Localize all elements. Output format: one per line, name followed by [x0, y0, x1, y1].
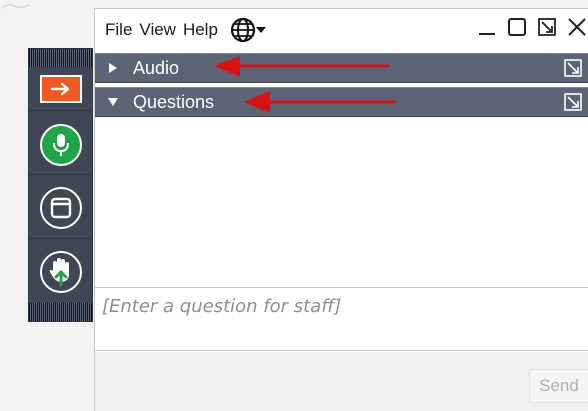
restore-button[interactable]: [536, 15, 558, 39]
questions-panel-header[interactable]: Questions: [95, 87, 588, 117]
control-toolbar: [28, 48, 93, 322]
control-panel-window: File View Help Audio Questions [Enter a …: [94, 8, 588, 411]
questions-panel-label: Questions: [133, 91, 215, 112]
language-menu[interactable]: [230, 17, 266, 43]
chevron-down-icon: [255, 27, 266, 33]
window-icon: [39, 186, 82, 229]
toolbar-grip-bottom[interactable]: [29, 303, 92, 321]
audio-panel-header[interactable]: Audio: [95, 53, 588, 83]
maximize-icon: [508, 18, 526, 36]
popout-icon: [564, 59, 582, 77]
menu-bar: File View Help: [95, 9, 588, 51]
send-button[interactable]: Send: [529, 369, 588, 403]
top-scribble: [1, 4, 31, 9]
popout-icon: [564, 93, 582, 111]
audio-popout-button[interactable]: [563, 58, 583, 78]
restore-icon: [538, 18, 556, 36]
input-footer: Send: [95, 352, 588, 411]
minimize-button[interactable]: [476, 15, 498, 39]
arrow-right-icon: [39, 74, 82, 103]
show-hide-panel-button[interactable]: [29, 67, 92, 111]
globe-icon: [230, 17, 256, 43]
close-icon: [568, 18, 586, 36]
microphone-button[interactable]: [29, 115, 92, 175]
window-controls: [476, 15, 588, 39]
questions-popout-button[interactable]: [563, 92, 583, 112]
expand-triangle-icon: [101, 62, 125, 74]
question-input[interactable]: [Enter a question for staff]: [95, 287, 588, 351]
microphone-icon: [39, 123, 82, 166]
menu-file[interactable]: File: [104, 18, 133, 42]
screen-view-button[interactable]: [29, 177, 92, 239]
audio-panel-label: Audio: [133, 57, 180, 78]
raise-hand-button[interactable]: [29, 241, 92, 303]
menu-help[interactable]: Help: [182, 18, 219, 42]
minimize-icon: [479, 33, 495, 35]
questions-log: [95, 119, 588, 287]
close-button[interactable]: [566, 15, 588, 39]
raise-hand-icon: [39, 251, 82, 293]
menu-view[interactable]: View: [138, 18, 177, 42]
maximize-button[interactable]: [506, 15, 528, 39]
screen: File View Help Audio Questions [Enter a …: [0, 0, 588, 411]
collapse-triangle-icon: [101, 97, 125, 107]
toolbar-grip-top[interactable]: [29, 49, 92, 67]
